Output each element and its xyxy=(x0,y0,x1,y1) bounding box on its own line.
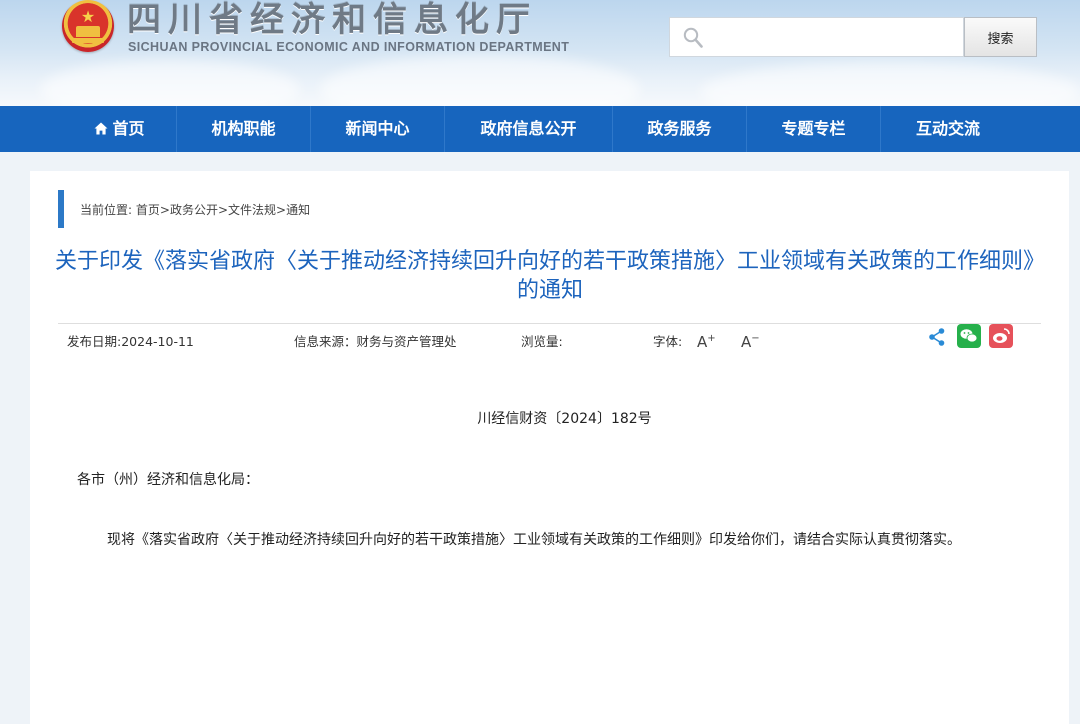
breadcrumb-link-notices[interactable]: 通知 xyxy=(286,203,310,217)
nav-item-label: 机构职能 xyxy=(211,119,276,138)
salutation: 各市（州）经济和信息化局： xyxy=(77,472,259,488)
site-header: ★ 四川省经济和信息化厅 SICHUAN PROVINCIAL ECONOMIC… xyxy=(0,0,1080,106)
nav-item-organization[interactable]: 机构职能 xyxy=(177,106,311,152)
breadcrumb: 当前位置: 首页>政务公开>文件法规>通知 xyxy=(80,201,310,218)
nav-item-label: 专题专栏 xyxy=(781,119,846,138)
star-icon: ★ xyxy=(80,7,96,26)
header-cloud-decoration xyxy=(700,62,1080,106)
nav-item-interaction[interactable]: 互动交流 xyxy=(881,106,1015,152)
header-cloud-decoration xyxy=(320,55,640,106)
weibo-icon[interactable] xyxy=(989,324,1013,348)
main-nav: 首页 机构职能 新闻中心 政府信息公开 政务服务 专题专栏 互动交流 xyxy=(0,106,1080,152)
search-input[interactable] xyxy=(714,24,954,51)
nav-item-services[interactable]: 政务服务 xyxy=(613,106,747,152)
publish-date: 发布日期:2024-10-11 xyxy=(67,334,194,349)
breadcrumb-link-documents[interactable]: 文件法规 xyxy=(228,203,276,217)
breadcrumb-separator: > xyxy=(159,203,170,217)
site-title-english: SICHUAN PROVINCIAL ECONOMIC AND INFORMAT… xyxy=(128,40,570,54)
breadcrumb-accent-bar xyxy=(58,190,64,228)
nav-item-news[interactable]: 新闻中心 xyxy=(311,106,445,152)
emblem-base xyxy=(72,38,104,43)
site-title-chinese[interactable]: 四川省经济和信息化厅 xyxy=(127,0,537,40)
breadcrumb-prefix: 当前位置: xyxy=(80,203,136,217)
document-number: 川经信财资〔2024〕182号 xyxy=(477,411,652,427)
font-increase-button[interactable]: A+ xyxy=(697,329,719,351)
home-icon xyxy=(94,122,108,135)
wechat-icon[interactable] xyxy=(957,324,981,348)
breadcrumb-link-gov-affairs[interactable]: 政务公开 xyxy=(170,203,218,217)
article-body-paragraph: 现将《落实省政府〈关于推动经济持续回升向好的若干政策措施〉工业领域有关政策的工作… xyxy=(107,532,961,548)
nav-item-label: 首页 xyxy=(112,119,145,138)
emblem-gate xyxy=(76,26,100,37)
share-icon[interactable] xyxy=(926,326,948,348)
nav-item-home[interactable]: 首页 xyxy=(63,106,177,152)
breadcrumb-separator: > xyxy=(217,203,229,217)
header-cloud-decoration xyxy=(40,60,300,106)
info-source: 信息来源：财务与资产管理处 xyxy=(294,334,457,349)
search-box xyxy=(669,17,964,57)
meta-divider xyxy=(58,323,1041,324)
font-size-label: 字体: xyxy=(653,334,683,349)
font-decrease-button[interactable]: A− xyxy=(741,329,763,351)
search-button[interactable]: 搜索 xyxy=(964,17,1037,57)
national-emblem-logo[interactable]: ★ xyxy=(62,0,114,52)
view-count: 浏览量: xyxy=(521,334,563,349)
search-icon xyxy=(683,27,703,48)
nav-item-label: 新闻中心 xyxy=(345,119,410,138)
nav-item-label: 政府信息公开 xyxy=(480,119,577,138)
article-container: 当前位置: 首页>政务公开>文件法规>通知 关于印发《落实省政府〈关于推动经济持… xyxy=(30,171,1069,724)
nav-item-label: 互动交流 xyxy=(915,119,980,138)
article-title: 关于印发《落实省政府〈关于推动经济持续回升向好的若干政策措施〉工业领域有关政策的… xyxy=(54,249,1045,303)
nav-item-label: 政务服务 xyxy=(647,119,712,138)
breadcrumb-separator: > xyxy=(276,203,287,217)
nav-item-topics[interactable]: 专题专栏 xyxy=(747,106,881,152)
nav-item-gov-info[interactable]: 政府信息公开 xyxy=(445,106,613,152)
breadcrumb-link-home[interactable]: 首页 xyxy=(136,203,160,217)
